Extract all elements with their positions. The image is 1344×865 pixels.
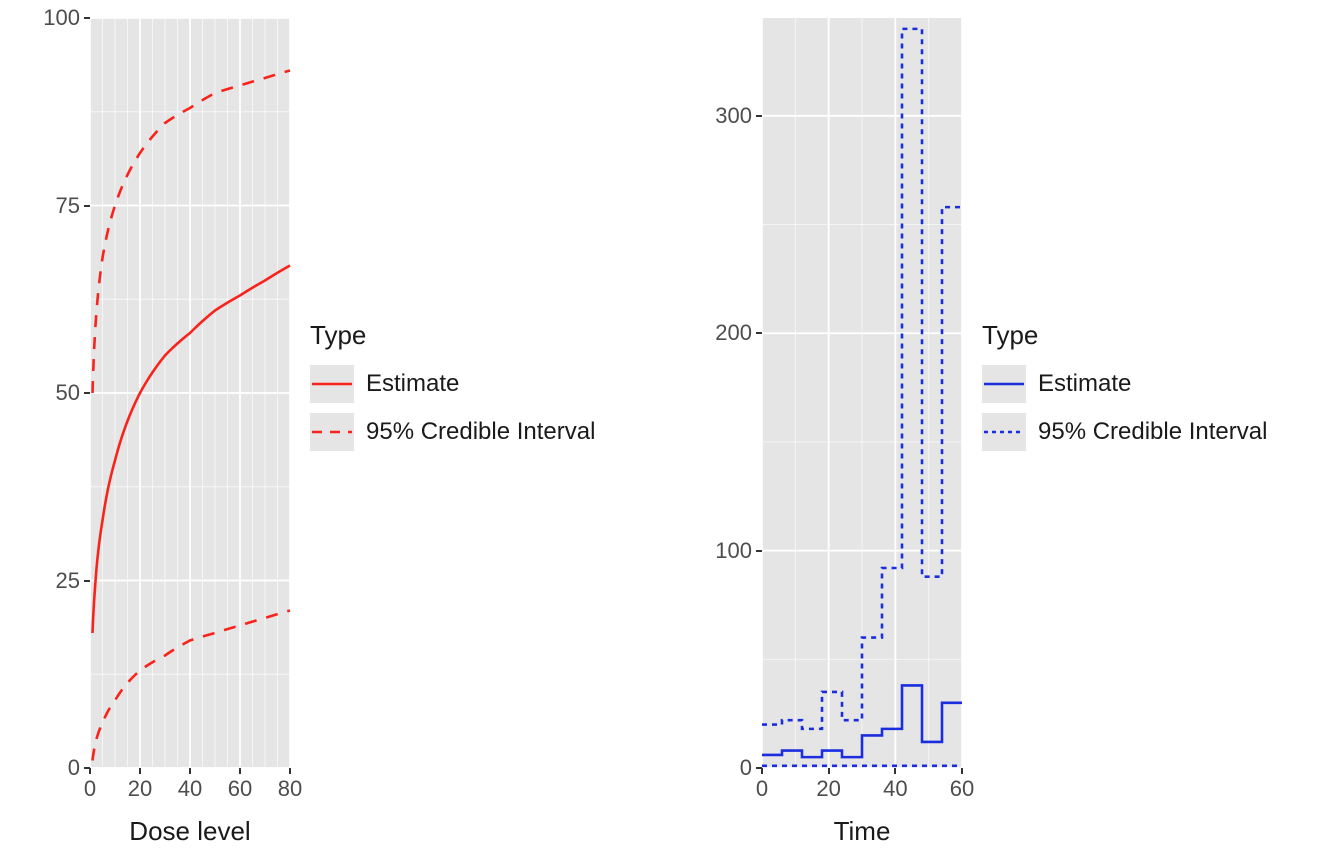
page: Probability of DLT [%] Dose level 025507… — [0, 0, 1344, 865]
y-tick-label: 50 — [56, 380, 80, 406]
x-axis-label: Time — [834, 816, 891, 847]
y-tick-label: 100 — [43, 5, 80, 31]
x-tick-label: 0 — [756, 776, 768, 802]
plot-svg — [762, 18, 962, 768]
legend-label: Estimate — [366, 370, 459, 398]
plot-panel — [90, 18, 290, 768]
legend-swatch-dash — [310, 413, 354, 451]
x-tick-label: 20 — [128, 776, 152, 802]
plot-svg — [90, 18, 290, 768]
x-tick-label: 20 — [816, 776, 840, 802]
y-tick-label: 0 — [68, 755, 80, 781]
legend-swatch-solid — [982, 365, 1026, 403]
legend-swatch-solid — [310, 365, 354, 403]
y-tick-label: 200 — [715, 320, 752, 346]
y-tick-label: 0 — [740, 755, 752, 781]
plot-panel — [762, 18, 962, 768]
y-tick-label: 100 — [715, 538, 752, 564]
legend-label: Estimate — [1038, 370, 1131, 398]
x-tick-label: 40 — [883, 776, 907, 802]
y-tick-label: 300 — [715, 103, 752, 129]
x-tick-label: 0 — [84, 776, 96, 802]
legend-label: 95% Credible Interval — [1038, 418, 1267, 446]
chart-dlt: Probability of DLT [%] Dose level 025507… — [0, 0, 672, 865]
legend-item-estimate: Estimate — [310, 365, 595, 403]
chart-hazard: Hazard rate*100 Time 01002003000204060 T… — [672, 0, 1344, 865]
legend-item-estimate: Estimate — [982, 365, 1267, 403]
legend-title: Type — [982, 320, 1267, 351]
x-tick-label: 80 — [278, 776, 302, 802]
legend-item-ci: 95% Credible Interval — [982, 413, 1267, 451]
y-tick-label: 75 — [56, 193, 80, 219]
x-axis-label: Dose level — [129, 816, 250, 847]
x-tick-label: 60 — [228, 776, 252, 802]
legend: Type Estimate 95% Credible Interval — [982, 320, 1267, 461]
legend: Type Estimate 95% Credible Interval — [310, 320, 595, 461]
legend-swatch-dot — [982, 413, 1026, 451]
x-tick-label: 60 — [950, 776, 974, 802]
y-tick-label: 25 — [56, 568, 80, 594]
x-tick-label: 40 — [178, 776, 202, 802]
legend-title: Type — [310, 320, 595, 351]
legend-label: 95% Credible Interval — [366, 418, 595, 446]
legend-item-ci: 95% Credible Interval — [310, 413, 595, 451]
